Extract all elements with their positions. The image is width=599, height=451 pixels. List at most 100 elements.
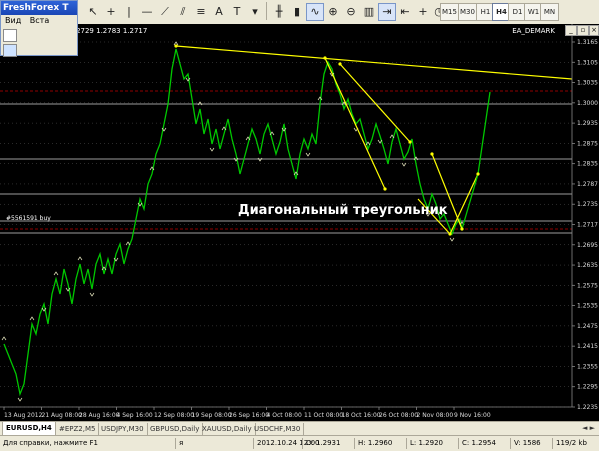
tab-epz2-m5[interactable]: #EPZ2,M5 (56, 423, 100, 435)
tf-m30[interactable]: M30 (458, 3, 477, 21)
price-tick-label: 1.3035 (577, 80, 598, 87)
price-tick-label: 1.2787 (577, 181, 598, 188)
price-tick-label: 1.2875 (577, 140, 598, 147)
status-open: O: 1.2931 (302, 438, 340, 449)
tile-icon[interactable]: ▥ (360, 3, 378, 21)
bar-chart-icon[interactable]: ╫ (270, 3, 288, 21)
zoom-in-icon[interactable]: ⊕ (324, 3, 342, 21)
tab-usdchf-m30[interactable]: USDCHF,M30 (251, 423, 305, 435)
price-tick-label: 1.2735 (577, 201, 598, 208)
cursor-icon[interactable]: ↖ (84, 3, 102, 21)
price-tick-label: 1.2835 (577, 161, 598, 168)
price-tick-label: 1.3165 (577, 39, 598, 46)
pivot-dot (460, 227, 464, 231)
maximize-icon[interactable]: ▫ (577, 25, 589, 36)
menu-view[interactable]: Вид (5, 16, 21, 25)
date-tick-label: 18 Oct 16:00 (342, 412, 381, 419)
date-tick-label: 19 Sep 08:00 (192, 412, 232, 419)
terminal-window: FreshForex T Вид Вста (0, 0, 78, 57)
price-axis: 1.3165 1.3105 1.3035 1.3000 1.2935 1.2875 1.28… (572, 39, 598, 411)
status-high: H: 1.2960 (354, 438, 392, 449)
horizontal-line-icon[interactable]: — (138, 3, 156, 21)
status-help: Для справки, нажмите F1 (3, 439, 98, 447)
price-series (3, 48, 463, 397)
price-tick-label: 1.2295 (577, 384, 598, 391)
date-tick-label: 4 Oct 08:00 (267, 412, 302, 419)
price-tick-label: 1.3000 (577, 100, 598, 107)
pivot-dot (323, 56, 327, 60)
pivot-dot (448, 232, 452, 236)
tf-mn[interactable]: MN (540, 3, 559, 21)
date-tick-label: 26 Sep 16:00 (229, 412, 269, 419)
fibo-icon[interactable]: ≡ (192, 3, 210, 21)
price-tick-label: 1.3105 (577, 59, 598, 66)
text-icon[interactable]: A (210, 3, 228, 21)
status-profile: я (175, 438, 183, 449)
tab-usdjpy-m30[interactable]: USDJPY,M30 (98, 423, 148, 435)
menu-insert[interactable]: Вста (30, 16, 49, 25)
pivot-dot (338, 62, 342, 66)
tab-gbpusd-daily[interactable]: GBPUSD,Daily (147, 423, 204, 435)
crosshair-icon[interactable]: + (102, 3, 120, 21)
navigator-icon[interactable] (3, 29, 17, 42)
zoom-out-icon[interactable]: ⊖ (342, 3, 360, 21)
date-tick-label: 11 Oct 08:00 (304, 412, 343, 419)
pivot-dot (430, 152, 434, 156)
pivot-dot (383, 187, 387, 191)
date-tick-label: 28 Aug 16:00 (79, 412, 120, 419)
price-chart[interactable]: 1.3165 1.3105 1.3035 1.3000 1.2935 1.2875 1.28… (0, 24, 599, 421)
trendline-icon[interactable]: ⟋ (156, 3, 174, 21)
window-title: FreshForex T (1, 1, 77, 15)
fractal-marker (197, 101, 203, 106)
date-tick-label: 12 Sep 08:00 (154, 412, 194, 419)
tf-m15[interactable]: M15 (440, 3, 459, 21)
pivot-dot (476, 172, 480, 176)
vertical-line-icon[interactable]: | (120, 3, 138, 21)
price-tick-label: 1.2235 (577, 404, 598, 411)
candle-chart-icon[interactable]: ▮ (288, 3, 306, 21)
arrow-icon[interactable]: ▾ (246, 3, 264, 21)
price-tick-label: 1.2575 (577, 282, 598, 289)
tab-xauusd-daily[interactable]: XAUUSD,Daily (199, 423, 256, 435)
chart-toolbar: ↖ + | — ⟋ ⫽ ≡ A T ▾ ╫ ▮ ∿ ⊕ ⊖ ▥ ⇥ ⇤ + ◷ … (0, 0, 599, 25)
wave-line (339, 63, 411, 143)
menu-bar: Вид Вста (1, 15, 77, 27)
fractal-marker (257, 157, 263, 162)
close-icon[interactable]: × (589, 25, 599, 36)
shift-icon[interactable]: ⇤ (396, 3, 414, 21)
tab-eurusd-h4[interactable]: EURUSD,H4 (2, 422, 56, 435)
fractal-marker (449, 237, 455, 242)
date-tick-label: 2 Nov 08:00 (417, 412, 454, 419)
price-tick-label: 1.2935 (577, 120, 598, 127)
market-watch-icon[interactable] (3, 44, 17, 57)
tab-scroll-icon[interactable]: ◄ ► (582, 424, 595, 432)
label-icon[interactable]: T (228, 3, 246, 21)
price-tick-label: 1.2717 (577, 222, 598, 229)
date-tick-label: 26 Oct 08:00 (379, 412, 418, 419)
line-chart-icon[interactable]: ∿ (306, 3, 324, 21)
fractal-marker (89, 292, 95, 297)
projection-line (461, 91, 491, 230)
status-volume: V: 1586 (510, 438, 541, 449)
status-low: L: 1.2920 (406, 438, 443, 449)
pivot-dot (174, 44, 178, 48)
fractal-marker (77, 256, 83, 261)
price-tick-label: 1.2695 (577, 242, 598, 249)
fractal-marker (209, 147, 215, 152)
date-tick-label: 9 Nov 16:00 (454, 412, 491, 419)
chart-canvas: 1.3165 1.3105 1.3035 1.3000 1.2935 1.2875 1.28… (0, 24, 598, 419)
fractal-marker (305, 152, 311, 157)
fractal-markers (1, 41, 465, 402)
minimize-icon[interactable]: _ (565, 25, 577, 36)
status-close: C: 1.2954 (458, 438, 496, 449)
chart-tabs: EURUSD,H4 #EPZ2,M5 USDJPY,M30 GBPUSD,Dai… (0, 421, 599, 436)
price-tick-label: 1.2535 (577, 303, 598, 310)
price-tick-label: 1.2475 (577, 323, 598, 330)
autoscroll-icon[interactable]: ⇥ (378, 3, 396, 21)
pattern-annotation: Диагональный треугольник (238, 203, 448, 218)
channel-icon[interactable]: ⫽ (174, 3, 192, 21)
date-tick-label: 21 Aug 08:00 (42, 412, 83, 419)
fractal-marker (53, 271, 59, 276)
status-traffic: 119/2 kb (552, 438, 587, 449)
status-bar: Для справки, нажмите F1 я 2012.10.24 12:… (0, 435, 599, 451)
